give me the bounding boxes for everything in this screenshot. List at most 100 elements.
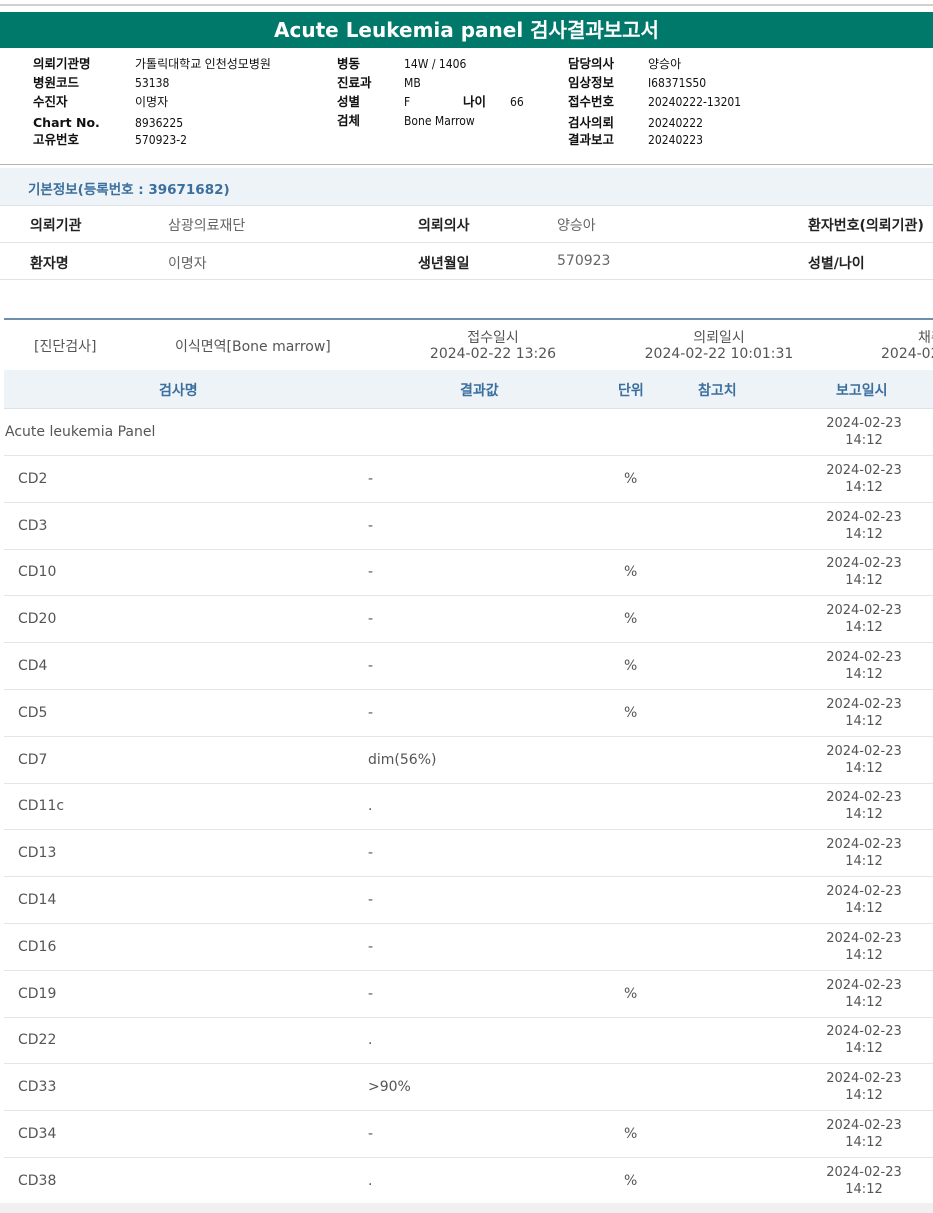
exam-test-type: 이식면역[Bone marrow]	[175, 339, 331, 355]
header-label: 접수번호	[568, 94, 615, 109]
report-date: 2024-02-23	[826, 1118, 902, 1133]
result-value: -	[368, 658, 374, 674]
report-time: 14:12	[845, 1182, 883, 1197]
exam-category: [진단검사]	[34, 339, 97, 355]
column-header-report-date: 보고일시	[836, 383, 888, 399]
results-table-header: 검사명 결과값 단위 참고치 보고일시	[4, 370, 933, 409]
test-name: CD34	[18, 1126, 57, 1142]
result-value: >90%	[368, 1079, 411, 1095]
report-datetime: 2024-02-23 14:12	[826, 836, 902, 870]
table-row: CD13 - 2024-02-23 14:12	[4, 830, 933, 877]
report-datetime: 2024-02-23 14:12	[826, 789, 902, 823]
report-time: 14:12	[845, 901, 883, 916]
age-value: 66	[510, 95, 524, 109]
report-time: 14:12	[845, 995, 883, 1010]
result-unit: %	[624, 471, 638, 487]
result-unit: %	[624, 611, 638, 627]
report-date: 2024-02-23	[826, 1071, 902, 1086]
header-divider	[0, 164, 933, 165]
report-date: 2024-02-23	[826, 510, 902, 525]
result-unit: %	[624, 1173, 638, 1189]
result-value: -	[368, 611, 374, 627]
table-row: CD33 >90% 2024-02-23 14:12	[4, 1064, 933, 1111]
header-label: 진료과	[337, 75, 372, 90]
column-header-test-name: 검사명	[159, 383, 198, 399]
info-value: 이명자	[168, 256, 207, 272]
test-name: CD11c	[18, 798, 65, 814]
table-row: CD7 dim(56%) 2024-02-23 14:12	[4, 737, 933, 784]
test-name: CD4	[18, 658, 48, 674]
test-name: CD7	[18, 752, 48, 768]
report-time: 14:12	[845, 527, 883, 542]
report-date: 2024-02-23	[826, 744, 902, 759]
header-value: I68371S50	[648, 76, 707, 90]
collected-value: 2024-02-22	[881, 346, 933, 362]
report-time: 14:12	[845, 480, 883, 495]
result-value: -	[368, 892, 374, 908]
header-value: 14W / 1406	[404, 57, 467, 71]
table-row: CD19 -% 2024-02-23 14:12	[4, 971, 933, 1018]
report-date: 2024-02-23	[826, 1024, 902, 1039]
test-name: CD16	[18, 939, 57, 955]
header-label: 수진자	[33, 94, 68, 109]
report-time: 14:12	[845, 667, 883, 682]
test-name: CD10	[18, 564, 57, 580]
table-row: Acute leukemia Panel 2024-02-23 14:12	[4, 409, 933, 456]
result-value: -	[368, 986, 374, 1002]
report-time: 14:12	[845, 854, 883, 869]
report-time: 14:12	[845, 948, 883, 963]
section-divider	[4, 318, 933, 320]
received-value: 2024-02-22 13:26	[429, 346, 557, 362]
report-page: Acute Leukemia panel 검사결과보고서 의뢰기관명 가톨릭대학…	[0, 0, 933, 1203]
test-name: CD14	[18, 892, 57, 908]
info-label: 의뢰의사	[418, 218, 470, 234]
report-date: 2024-02-23	[826, 978, 902, 993]
report-datetime: 2024-02-23 14:12	[826, 509, 902, 543]
header-value: 570923-2	[135, 133, 187, 147]
test-name: CD13	[18, 845, 57, 861]
table-row: CD2 -% 2024-02-23 14:12	[4, 456, 933, 503]
column-header-reference: 참고치	[698, 383, 737, 399]
header-value: 8936225	[135, 116, 184, 130]
report-date: 2024-02-23	[826, 837, 902, 852]
table-row: CD34 -% 2024-02-23 14:12	[4, 1111, 933, 1158]
header-value: Bone Marrow	[404, 114, 475, 128]
basic-info-header: 기본정보(등록번호 : 39671682)	[0, 168, 933, 206]
report-datetime: 2024-02-23 14:12	[826, 1164, 902, 1198]
header-value: 양승아	[648, 57, 682, 71]
header-value: 53138	[135, 76, 170, 90]
result-value: -	[368, 705, 374, 721]
result-value: .	[368, 1032, 373, 1048]
age-label: 나이	[463, 94, 487, 109]
info-label: 의뢰기관	[30, 218, 82, 234]
info-value: 삼광의료재단	[168, 218, 246, 234]
report-datetime: 2024-02-23 14:12	[826, 602, 902, 636]
test-name: CD2	[18, 471, 48, 487]
test-name: CD33	[18, 1079, 57, 1095]
test-name: Acute leukemia Panel	[5, 424, 156, 440]
header-value: 20240222-13201	[648, 95, 742, 109]
report-time: 14:12	[845, 1088, 883, 1103]
report-datetime: 2024-02-23 14:12	[826, 1023, 902, 1057]
header-label: 검체	[337, 113, 361, 128]
result-unit: %	[624, 986, 638, 1002]
result-unit: %	[624, 1126, 638, 1142]
test-name: CD38	[18, 1173, 57, 1189]
header-value: 20240223	[648, 133, 703, 147]
column-header-unit: 단위	[618, 383, 644, 399]
report-time: 14:12	[845, 714, 883, 729]
table-row: CD4 -% 2024-02-23 14:12	[4, 643, 933, 690]
report-time: 14:12	[845, 807, 883, 822]
info-row-divider	[0, 279, 933, 280]
table-row: CD5 -% 2024-02-23 14:12	[4, 690, 933, 737]
report-date: 2024-02-23	[826, 931, 902, 946]
report-date: 2024-02-23	[826, 884, 902, 899]
report-datetime: 2024-02-23 14:12	[826, 883, 902, 917]
info-label: 환자번호(의뢰기관)	[808, 218, 924, 234]
requested-value: 2024-02-22 10:01:31	[644, 346, 794, 362]
report-date: 2024-02-23	[826, 556, 902, 571]
header-value: F	[404, 95, 411, 109]
report-title: Acute Leukemia panel 검사결과보고서	[0, 12, 933, 48]
header-label: 담당의사	[568, 56, 615, 71]
test-name: CD5	[18, 705, 48, 721]
